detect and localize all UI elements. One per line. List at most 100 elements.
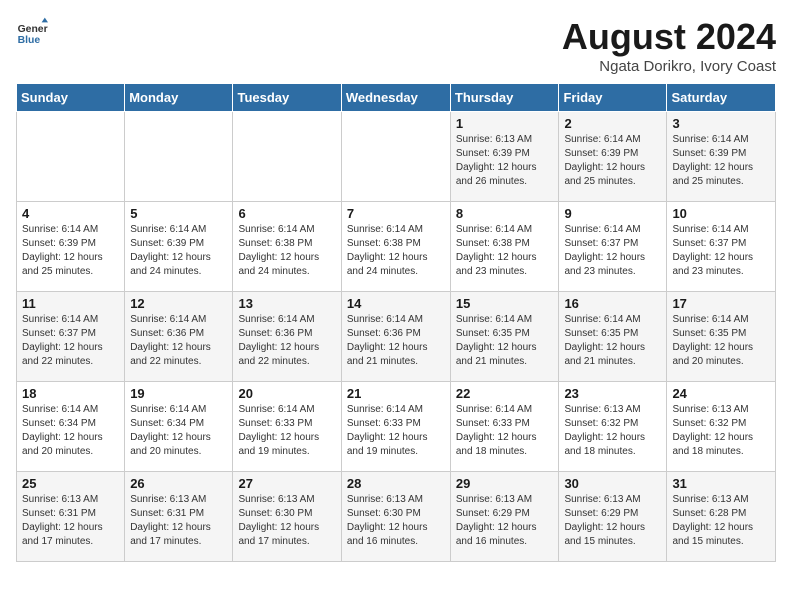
calendar-cell: 5 Sunrise: 6:14 AM Sunset: 6:39 PM Daylig… — [125, 202, 233, 292]
weekday-header-wednesday: Wednesday — [341, 84, 450, 112]
day-info: Sunrise: 6:13 AM Sunset: 6:31 PM Dayligh… — [22, 493, 119, 549]
weekday-header-monday: Monday — [125, 84, 233, 112]
weekday-header-friday: Friday — [559, 84, 667, 112]
day-info: Sunrise: 6:13 AM Sunset: 6:30 PM Dayligh… — [238, 493, 335, 549]
week-row-4: 18 Sunrise: 6:14 AM Sunset: 6:34 PM Dayli… — [17, 382, 776, 472]
calendar-cell: 4 Sunrise: 6:14 AM Sunset: 6:39 PM Daylig… — [17, 202, 125, 292]
week-row-2: 4 Sunrise: 6:14 AM Sunset: 6:39 PM Daylig… — [17, 202, 776, 292]
day-info: Sunrise: 6:14 AM Sunset: 6:33 PM Dayligh… — [456, 403, 554, 459]
calendar-subtitle: Ngata Dorikro, Ivory Coast — [562, 58, 776, 75]
day-info: Sunrise: 6:14 AM Sunset: 6:34 PM Dayligh… — [130, 403, 227, 459]
day-number: 30 — [564, 476, 661, 491]
day-number: 25 — [22, 476, 119, 491]
day-number: 13 — [238, 296, 335, 311]
calendar-cell: 17 Sunrise: 6:14 AM Sunset: 6:35 PM Dayli… — [667, 292, 776, 382]
day-info: Sunrise: 6:13 AM Sunset: 6:32 PM Dayligh… — [564, 403, 661, 459]
day-info: Sunrise: 6:14 AM Sunset: 6:36 PM Dayligh… — [238, 313, 335, 369]
day-info: Sunrise: 6:14 AM Sunset: 6:39 PM Dayligh… — [130, 223, 227, 279]
weekday-header-thursday: Thursday — [450, 84, 559, 112]
day-number: 19 — [130, 386, 227, 401]
calendar-cell: 21 Sunrise: 6:14 AM Sunset: 6:33 PM Dayli… — [341, 382, 450, 472]
day-number: 17 — [672, 296, 770, 311]
day-number: 4 — [22, 206, 119, 221]
day-info: Sunrise: 6:14 AM Sunset: 6:33 PM Dayligh… — [347, 403, 445, 459]
day-info: Sunrise: 6:14 AM Sunset: 6:38 PM Dayligh… — [456, 223, 554, 279]
day-info: Sunrise: 6:13 AM Sunset: 6:31 PM Dayligh… — [130, 493, 227, 549]
header-row: SundayMondayTuesdayWednesdayThursdayFrid… — [17, 84, 776, 112]
day-info: Sunrise: 6:14 AM Sunset: 6:39 PM Dayligh… — [564, 133, 661, 189]
day-info: Sunrise: 6:14 AM Sunset: 6:37 PM Dayligh… — [672, 223, 770, 279]
day-number: 31 — [672, 476, 770, 491]
svg-text:Blue: Blue — [18, 35, 41, 46]
calendar-cell: 16Sunrise: 6:14 AM Sunset: 6:35 PM Dayli… — [559, 292, 667, 382]
calendar-cell: 28 Sunrise: 6:13 AM Sunset: 6:30 PM Dayli… — [341, 472, 450, 562]
calendar-cell: 10Sunrise: 6:14 AM Sunset: 6:37 PM Dayli… — [667, 202, 776, 292]
day-number: 22 — [456, 386, 554, 401]
logo-icon: General Blue — [16, 16, 48, 48]
day-info: Sunrise: 6:14 AM Sunset: 6:36 PM Dayligh… — [347, 313, 445, 369]
week-row-5: 25 Sunrise: 6:13 AM Sunset: 6:31 PM Dayli… — [17, 472, 776, 562]
calendar-cell: 14Sunrise: 6:14 AM Sunset: 6:36 PM Dayli… — [341, 292, 450, 382]
calendar-cell: 8Sunrise: 6:14 AM Sunset: 6:38 PM Daylig… — [450, 202, 559, 292]
day-number: 2 — [564, 116, 661, 131]
week-row-1: 1 Sunrise: 6:13 AM Sunset: 6:39 PM Daylig… — [17, 112, 776, 202]
day-number: 1 — [456, 116, 554, 131]
calendar-cell: 6 Sunrise: 6:14 AM Sunset: 6:38 PM Daylig… — [233, 202, 341, 292]
calendar-cell: 12Sunrise: 6:14 AM Sunset: 6:36 PM Dayli… — [125, 292, 233, 382]
calendar-cell — [233, 112, 341, 202]
day-info: Sunrise: 6:13 AM Sunset: 6:30 PM Dayligh… — [347, 493, 445, 549]
day-number: 9 — [564, 206, 661, 221]
calendar-cell: 27 Sunrise: 6:13 AM Sunset: 6:30 PM Dayli… — [233, 472, 341, 562]
logo: General Blue — [16, 16, 48, 48]
day-info: Sunrise: 6:14 AM Sunset: 6:35 PM Dayligh… — [672, 313, 770, 369]
calendar-cell: 31 Sunrise: 6:13 AM Sunset: 6:28 PM Dayli… — [667, 472, 776, 562]
day-info: Sunrise: 6:13 AM Sunset: 6:39 PM Dayligh… — [456, 133, 554, 189]
weekday-header-sunday: Sunday — [17, 84, 125, 112]
day-number: 16 — [564, 296, 661, 311]
calendar-cell: 26 Sunrise: 6:13 AM Sunset: 6:31 PM Dayli… — [125, 472, 233, 562]
day-info: Sunrise: 6:14 AM Sunset: 6:37 PM Dayligh… — [22, 313, 119, 369]
title-block: August 2024 Ngata Dorikro, Ivory Coast — [562, 16, 776, 75]
day-number: 20 — [238, 386, 335, 401]
day-number: 23 — [564, 386, 661, 401]
calendar-cell: 3Sunrise: 6:14 AM Sunset: 6:39 PM Daylig… — [667, 112, 776, 202]
day-info: Sunrise: 6:13 AM Sunset: 6:28 PM Dayligh… — [672, 493, 770, 549]
calendar-table: SundayMondayTuesdayWednesdayThursdayFrid… — [16, 83, 776, 562]
day-number: 11 — [22, 296, 119, 311]
calendar-cell: 25 Sunrise: 6:13 AM Sunset: 6:31 PM Dayli… — [17, 472, 125, 562]
calendar-cell: 9 Sunrise: 6:14 AM Sunset: 6:37 PM Daylig… — [559, 202, 667, 292]
day-info: Sunrise: 6:14 AM Sunset: 6:34 PM Dayligh… — [22, 403, 119, 459]
calendar-cell: 7Sunrise: 6:14 AM Sunset: 6:38 PM Daylig… — [341, 202, 450, 292]
day-info: Sunrise: 6:13 AM Sunset: 6:32 PM Dayligh… — [672, 403, 770, 459]
weekday-header-saturday: Saturday — [667, 84, 776, 112]
day-info: Sunrise: 6:14 AM Sunset: 6:33 PM Dayligh… — [238, 403, 335, 459]
day-number: 18 — [22, 386, 119, 401]
calendar-cell: 13 Sunrise: 6:14 AM Sunset: 6:36 PM Dayli… — [233, 292, 341, 382]
day-info: Sunrise: 6:14 AM Sunset: 6:38 PM Dayligh… — [238, 223, 335, 279]
calendar-cell: 20 Sunrise: 6:14 AM Sunset: 6:33 PM Dayli… — [233, 382, 341, 472]
week-row-3: 11 Sunrise: 6:14 AM Sunset: 6:37 PM Dayli… — [17, 292, 776, 382]
day-number: 28 — [347, 476, 445, 491]
calendar-cell — [125, 112, 233, 202]
day-number: 5 — [130, 206, 227, 221]
day-number: 27 — [238, 476, 335, 491]
calendar-cell: 2 Sunrise: 6:14 AM Sunset: 6:39 PM Daylig… — [559, 112, 667, 202]
day-number: 6 — [238, 206, 335, 221]
day-number: 3 — [672, 116, 770, 131]
day-info: Sunrise: 6:14 AM Sunset: 6:37 PM Dayligh… — [564, 223, 661, 279]
day-info: Sunrise: 6:14 AM Sunset: 6:39 PM Dayligh… — [22, 223, 119, 279]
day-number: 26 — [130, 476, 227, 491]
calendar-cell: 24 Sunrise: 6:13 AM Sunset: 6:32 PM Dayli… — [667, 382, 776, 472]
day-info: Sunrise: 6:14 AM Sunset: 6:38 PM Dayligh… — [347, 223, 445, 279]
calendar-cell: 22 Sunrise: 6:14 AM Sunset: 6:33 PM Dayli… — [450, 382, 559, 472]
day-number: 21 — [347, 386, 445, 401]
calendar-cell: 29Sunrise: 6:13 AM Sunset: 6:29 PM Dayli… — [450, 472, 559, 562]
calendar-title: August 2024 — [562, 16, 776, 58]
calendar-cell — [341, 112, 450, 202]
calendar-cell: 30Sunrise: 6:13 AM Sunset: 6:29 PM Dayli… — [559, 472, 667, 562]
calendar-cell: 1 Sunrise: 6:13 AM Sunset: 6:39 PM Daylig… — [450, 112, 559, 202]
day-number: 24 — [672, 386, 770, 401]
calendar-cell: 15Sunrise: 6:14 AM Sunset: 6:35 PM Dayli… — [450, 292, 559, 382]
day-info: Sunrise: 6:14 AM Sunset: 6:36 PM Dayligh… — [130, 313, 227, 369]
calendar-cell: 19 Sunrise: 6:14 AM Sunset: 6:34 PM Dayli… — [125, 382, 233, 472]
